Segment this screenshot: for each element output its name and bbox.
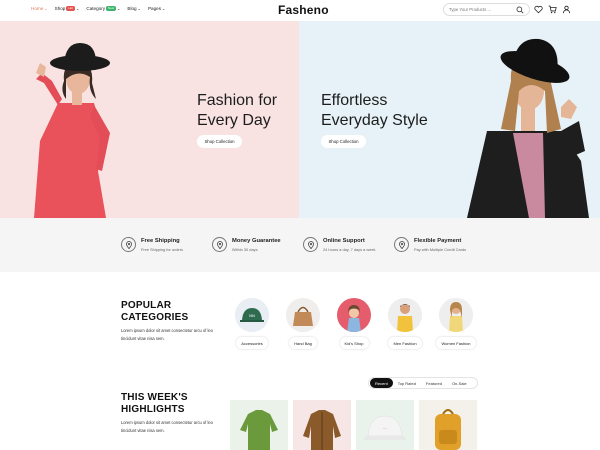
category-label: Hand Bag xyxy=(289,337,317,349)
category-image xyxy=(439,298,473,332)
chevron-down-icon: ⌄ xyxy=(162,6,166,11)
search-box xyxy=(443,3,530,16)
feature-title: Online Support xyxy=(323,238,365,244)
tab-on-sale[interactable]: On-Sale xyxy=(447,378,472,388)
feature-title: Free Shipping xyxy=(141,238,180,244)
highlights-title-line2: HIGHLIGHTS xyxy=(121,404,185,415)
svg-text:NN: NN xyxy=(249,313,255,318)
feature-subtitle: Within 30 days xyxy=(232,247,258,252)
categories-text-line1: Lorem ipsum dolor sit amet consectetur a… xyxy=(121,328,213,333)
nav-shop[interactable]: Shop Hot ⌄ xyxy=(54,6,80,11)
nav-pages[interactable]: Pages ⌄ xyxy=(148,6,165,11)
product-card-brown-jacket[interactable] xyxy=(293,400,351,450)
category-accessories[interactable]: NN Accessories xyxy=(232,298,272,349)
location-pin-icon xyxy=(212,237,227,252)
location-pin-icon xyxy=(394,237,409,252)
search-input[interactable] xyxy=(449,7,519,12)
nav-pages-label: Pages xyxy=(147,6,161,11)
category-men-fashion[interactable]: Men Fashion xyxy=(385,298,425,349)
feature-money-guarantee: Money Guarantee Within 30 days xyxy=(212,237,281,252)
feature-title: Flexible Payment xyxy=(414,238,462,244)
tab-top-rated[interactable]: Top Rated xyxy=(393,378,421,388)
heart-icon[interactable] xyxy=(534,5,543,14)
highlights-text-line1: Lorem ipsum dolor sit amet consectetur a… xyxy=(121,420,213,425)
chevron-down-icon: ⌄ xyxy=(137,6,141,11)
nav-home[interactable]: Home ⌄ xyxy=(31,6,48,11)
site-header: Home ⌄ Shop Hot ⌄ Category New ⌄ Blog ⌄ … xyxy=(0,0,600,20)
categories-description: Lorem ipsum dolor sit amet consectetur a… xyxy=(121,327,231,343)
category-label: Kid's Shop xyxy=(339,337,369,349)
feature-flexible-payment: Flexible Payment Pay with Multiple Credi… xyxy=(394,237,466,252)
location-pin-icon xyxy=(303,237,318,252)
category-label: Women Fashion xyxy=(436,337,476,349)
product-card-yellow-backpack[interactable] xyxy=(419,400,477,450)
category-kids-shop[interactable]: Kid's Shop xyxy=(334,298,374,349)
categories-text-line2: tincidunt vitae nisa sem. xyxy=(121,336,165,341)
yellow-backpack-image xyxy=(435,409,461,450)
feature-online-support: Online Support 24 hours a day, 7 days a … xyxy=(303,237,375,252)
feature-free-shipping: Free Shipping Free Shipping for orders xyxy=(121,237,183,252)
chevron-down-icon: ⌄ xyxy=(44,6,48,11)
nav-shop-label: Shop xyxy=(54,6,66,11)
highlights-text-line2: tincidunt vitae nisa sem. xyxy=(121,428,165,433)
nav-home-label: Home xyxy=(31,6,44,11)
category-image xyxy=(388,298,422,332)
product-card-green-sweater[interactable] xyxy=(230,400,288,450)
nav-blog-label: Blog xyxy=(127,6,137,11)
new-badge: New xyxy=(106,6,117,11)
category-label: Men Fashion xyxy=(388,337,422,349)
hot-badge: Hot xyxy=(66,6,76,11)
hero-banner-left: Fashion for Every Day Shop Collection xyxy=(0,21,299,218)
chevron-down-icon: ⌄ xyxy=(117,6,121,11)
categories-title-line1: POPULAR xyxy=(121,300,172,311)
chevron-down-icon: ⌄ xyxy=(76,6,80,11)
hero-left-title-line2: Every Day xyxy=(197,112,271,129)
category-image xyxy=(286,298,320,332)
features-bar: Free Shipping Free Shipping for orders M… xyxy=(0,218,600,272)
category-image xyxy=(337,298,371,332)
highlights-title-line1: THIS WEEK'S xyxy=(121,392,188,403)
highlights-description: Lorem ipsum dolor sit amet consectetur a… xyxy=(121,419,231,435)
category-label: Accessories xyxy=(236,337,268,349)
feature-subtitle: 24 hours a day, 7 days a week xyxy=(323,247,376,252)
nav-blog[interactable]: Blog ⌄ xyxy=(127,6,141,11)
category-women-fashion[interactable]: Women Fashion xyxy=(436,298,476,349)
feature-subtitle: Free Shipping for orders xyxy=(141,247,183,252)
user-icon[interactable] xyxy=(562,5,571,14)
svg-text:~~: ~~ xyxy=(383,426,388,431)
product-card-white-cap[interactable]: ~~ xyxy=(356,400,414,450)
location-pin-icon xyxy=(121,237,136,252)
brown-jacket-image xyxy=(303,410,341,450)
white-cap-image: ~~ xyxy=(364,415,406,440)
tab-recent[interactable]: Recent xyxy=(370,378,393,388)
nav-category[interactable]: Category New ⌄ xyxy=(86,6,120,11)
category-hand-bag[interactable]: Hand Bag xyxy=(283,298,323,349)
hero-banner-right: Effortless Everyday Style Shop Collectio… xyxy=(299,21,600,218)
category-image: NN xyxy=(235,298,269,332)
feature-title: Money Guarantee xyxy=(232,238,281,244)
tab-featured[interactable]: Featured xyxy=(421,378,447,388)
hero-left-title-line1: Fashion for xyxy=(197,92,278,109)
site-logo[interactable]: Fasheno xyxy=(278,3,329,17)
green-sweater-image xyxy=(240,410,278,450)
search-icon[interactable] xyxy=(516,6,524,14)
hero-left-shop-button[interactable]: Shop Collection xyxy=(197,135,242,148)
main-nav: Home ⌄ Shop Hot ⌄ Category New ⌄ Blog ⌄ … xyxy=(31,6,165,11)
feature-subtitle: Pay with Multiple Credit Cards xyxy=(414,247,467,252)
highlights-tabs: Recent Top Rated Featured On-Sale xyxy=(368,377,478,389)
model-woman-black-jacket-image xyxy=(467,38,589,218)
nav-category-label: Category xyxy=(86,6,106,11)
cart-icon[interactable] xyxy=(548,5,557,14)
categories-title-line2: CATEGORIES xyxy=(121,312,189,323)
